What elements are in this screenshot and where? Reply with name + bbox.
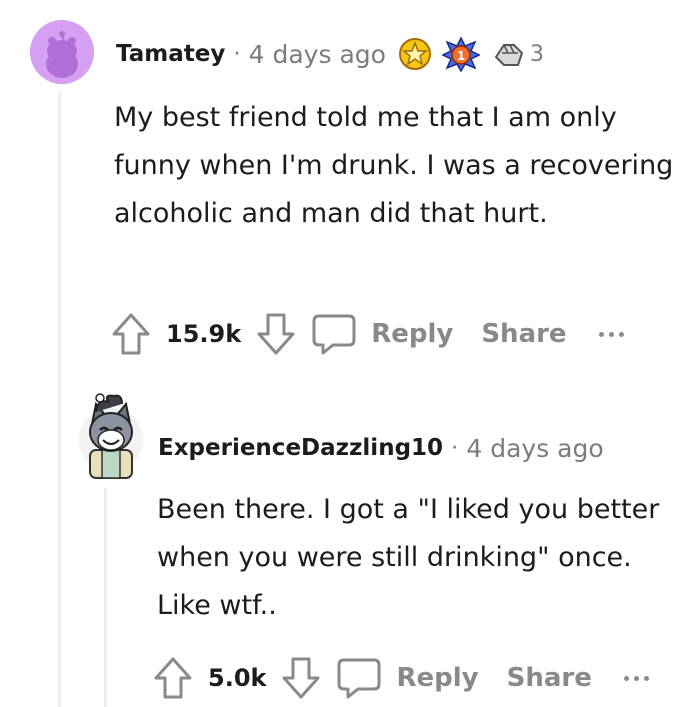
reply-icon[interactable] — [336, 657, 382, 699]
comment-actions: 5.0k Reply Share — [152, 656, 649, 700]
helpful-award-icon[interactable] — [398, 37, 432, 71]
comment-meta: ExperienceDazzling10 · 4 days ago — [158, 430, 604, 466]
share-button[interactable]: Share — [481, 319, 566, 349]
more-options-icon[interactable] — [598, 331, 624, 337]
reply-button[interactable]: Reply — [371, 319, 453, 349]
svg-text:1: 1 — [457, 49, 465, 63]
upvote-icon[interactable] — [152, 656, 194, 700]
take-my-energy-award-icon[interactable] — [492, 39, 526, 69]
downvote-icon[interactable] — [255, 312, 297, 356]
avatar[interactable] — [78, 390, 144, 480]
upvote-icon[interactable] — [110, 312, 152, 356]
snoo-avatar-icon — [30, 20, 94, 84]
reply-icon[interactable] — [311, 313, 357, 355]
username[interactable]: ExperienceDazzling10 — [158, 435, 443, 461]
more-options-icon[interactable] — [623, 675, 649, 681]
comment-actions: 15.9k Reply Share — [110, 312, 624, 356]
wholesome-award-icon[interactable]: 1 — [441, 36, 480, 72]
meta-separator: · — [233, 41, 241, 67]
award-count: 3 — [529, 41, 544, 67]
username[interactable]: Tamatey — [116, 41, 225, 67]
vote-count: 5.0k — [208, 664, 267, 692]
avatar[interactable] — [30, 20, 94, 84]
thread-line-reply[interactable] — [104, 488, 107, 707]
share-button[interactable]: Share — [507, 663, 592, 693]
timestamp[interactable]: 4 days ago — [249, 40, 386, 69]
meta-separator: · — [451, 435, 459, 461]
comment-body: My best friend told me that I am only fu… — [114, 102, 674, 229]
comment-meta: Tamatey · 4 days ago 1 3 — [116, 36, 544, 72]
vote-count: 15.9k — [166, 320, 242, 348]
timestamp[interactable]: 4 days ago — [466, 434, 603, 463]
wolf-avatar-icon — [79, 393, 143, 479]
comment-body: Been there. I got a "I liked you better … — [157, 494, 660, 621]
downvote-icon[interactable] — [280, 656, 322, 700]
reply-button[interactable]: Reply — [396, 663, 478, 693]
thread-line-top[interactable] — [58, 92, 61, 707]
